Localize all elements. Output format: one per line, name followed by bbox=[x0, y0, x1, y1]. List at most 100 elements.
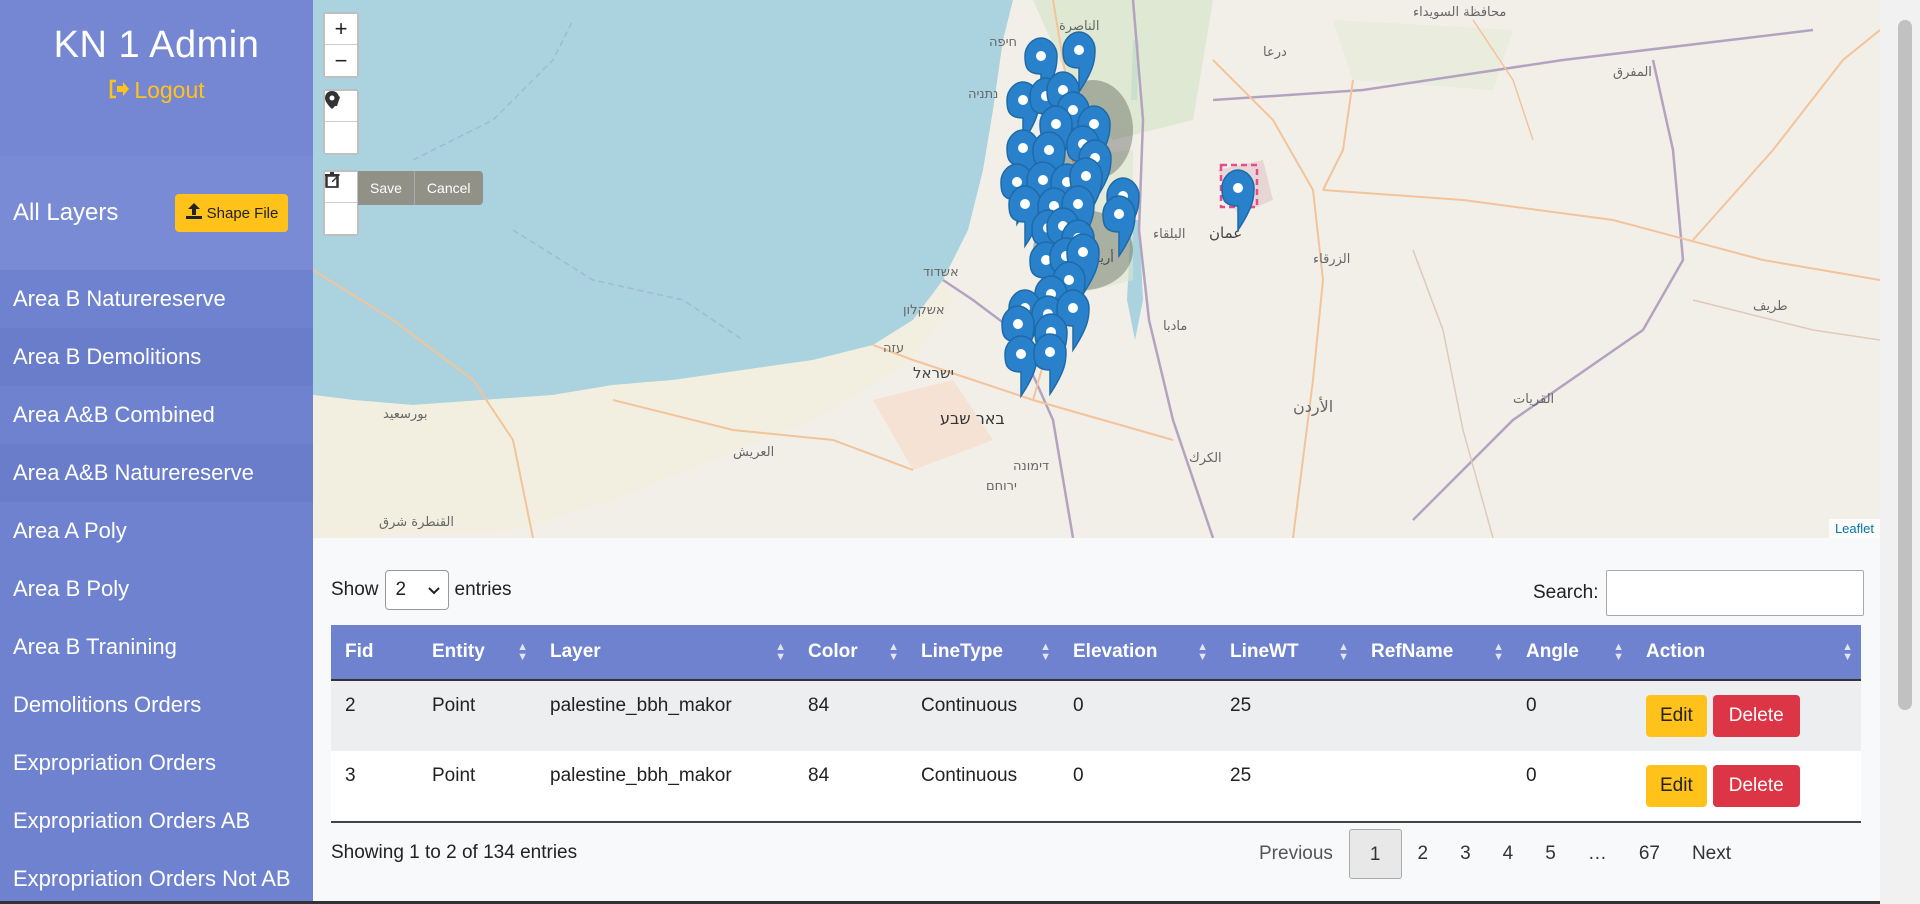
table-search: Search: bbox=[1533, 570, 1865, 616]
pagination-page[interactable]: 4 bbox=[1487, 829, 1530, 879]
pagination-page[interactable]: 5 bbox=[1529, 829, 1572, 879]
search-label: Search: bbox=[1533, 582, 1599, 603]
map-label: الزرقاء bbox=[1313, 252, 1350, 267]
pagination-previous[interactable]: Previous bbox=[1243, 829, 1349, 879]
layer-item-area-a-poly[interactable]: Area A Poly bbox=[0, 502, 313, 560]
map-label: ישראל bbox=[913, 364, 954, 382]
map-view[interactable]: محافظة السويداء درعا المفرق عمان الزرقاء… bbox=[313, 0, 1880, 538]
map-label: القريات bbox=[1513, 392, 1554, 407]
sort-icon: ▲ ▼ bbox=[1493, 641, 1504, 663]
pagination-page[interactable]: 3 bbox=[1444, 829, 1487, 879]
page-length-control: Show 2 entries bbox=[331, 570, 512, 610]
cell-linetype: Continuous bbox=[907, 680, 1059, 751]
cell-layer: palestine_bbh_makor bbox=[536, 680, 794, 751]
map-label: عمان bbox=[1209, 224, 1242, 242]
draw-marker-button[interactable] bbox=[325, 91, 357, 153]
data-table-panel: Show 2 entries Search: Fid Entity ▲ ▼ Laye… bbox=[313, 538, 1880, 904]
cell-fid: 2 bbox=[331, 680, 418, 751]
cell-entity: Point bbox=[418, 680, 536, 751]
cell-action: Edit Delete bbox=[1632, 680, 1861, 751]
layer-item-area-b-poly[interactable]: Area B Poly bbox=[0, 560, 313, 618]
table-row: 3 Point palestine_bbh_makor 84 Continuou… bbox=[331, 751, 1861, 823]
map-label: אשדוד bbox=[923, 265, 959, 280]
column-header-linetype[interactable]: LineType ▲ ▼ bbox=[907, 625, 1059, 681]
edit-actions: Save Cancel bbox=[358, 171, 483, 205]
cell-refname bbox=[1357, 680, 1512, 751]
layer-item-area-b-naturereserve[interactable]: Area B Naturereserve bbox=[0, 270, 313, 328]
page-length-value: 2 bbox=[395, 579, 407, 600]
delete-button[interactable]: Delete bbox=[1712, 765, 1800, 807]
column-header-layer[interactable]: Layer ▲ ▼ bbox=[536, 625, 794, 681]
column-header-action[interactable]: Action ▲ ▼ bbox=[1632, 625, 1861, 681]
cell-angle: 0 bbox=[1512, 680, 1632, 751]
edit-toolbar bbox=[323, 170, 359, 236]
logout-label: Logout bbox=[134, 77, 205, 103]
sidebar: KN 1 Admin Logout All Layers Shape File … bbox=[0, 0, 313, 904]
column-header-color[interactable]: Color ▲ ▼ bbox=[794, 625, 907, 681]
zoom-in-button[interactable]: + bbox=[325, 14, 357, 45]
layer-item-area-b-demolitions[interactable]: Area B Demolitions bbox=[0, 328, 313, 386]
edit-button[interactable]: Edit bbox=[1646, 695, 1707, 737]
layer-item-area-ab-combined[interactable]: Area A&B Combined bbox=[0, 386, 313, 444]
layer-item-demolitions-orders[interactable]: Demolitions Orders bbox=[0, 676, 313, 734]
search-input[interactable] bbox=[1606, 570, 1865, 616]
shape-file-button[interactable]: Shape File bbox=[175, 194, 288, 232]
layer-item-expropriation-orders-ab[interactable]: Expropriation Orders AB bbox=[0, 792, 313, 850]
cell-color: 84 bbox=[794, 680, 907, 751]
cell-linewt: 25 bbox=[1216, 751, 1357, 823]
pagination-next[interactable]: Next bbox=[1676, 829, 1747, 879]
show-label: Show bbox=[331, 579, 379, 600]
cell-linetype: Continuous bbox=[907, 751, 1059, 823]
upload-icon bbox=[185, 202, 203, 224]
cancel-edit-button[interactable]: Cancel bbox=[415, 171, 483, 205]
column-header-refname[interactable]: RefName ▲ ▼ bbox=[1357, 625, 1512, 681]
entries-label: entries bbox=[454, 579, 512, 600]
map-tiles: محافظة السويداء درعا المفرق عمان الزرقاء… bbox=[313, 0, 1880, 538]
page-scrollbar[interactable] bbox=[1880, 0, 1920, 904]
scrollbar-thumb[interactable] bbox=[1898, 20, 1912, 710]
layer-item-expropriation-orders[interactable]: Expropriation Orders bbox=[0, 734, 313, 792]
map-attribution-link[interactable]: Leaflet bbox=[1828, 519, 1880, 538]
pagination-ellipsis: … bbox=[1587, 843, 1607, 864]
pagination-page[interactable]: 2 bbox=[1402, 829, 1445, 879]
records-table: Fid Entity ▲ ▼ Layer ▲ ▼ Color ▲ ▼ LineType ▲ ▼ … bbox=[331, 625, 1861, 823]
cell-color: 84 bbox=[794, 751, 907, 823]
cell-angle: 0 bbox=[1512, 751, 1632, 823]
table-info: Showing 1 to 2 of 134 entries bbox=[331, 842, 578, 863]
column-header-linewt[interactable]: LineWT ▲ ▼ bbox=[1216, 625, 1357, 681]
map-label: עזה bbox=[883, 341, 904, 356]
map-label: بورسعيد bbox=[383, 407, 428, 422]
logout-link[interactable]: Logout bbox=[108, 77, 205, 105]
sort-icon: ▲ ▼ bbox=[775, 641, 786, 663]
cell-entity: Point bbox=[418, 751, 536, 823]
layer-item-expropriation-orders-not-ab[interactable]: Expropriation Orders Not AB bbox=[0, 850, 313, 904]
save-edit-button[interactable]: Save bbox=[358, 171, 415, 205]
column-header-angle[interactable]: Angle ▲ ▼ bbox=[1512, 625, 1632, 681]
page-length-select[interactable]: 2 bbox=[384, 570, 449, 610]
map-label: נתניה bbox=[968, 87, 998, 102]
column-header-elevation[interactable]: Elevation ▲ ▼ bbox=[1059, 625, 1216, 681]
map-label: محافظة السويداء bbox=[1413, 5, 1506, 20]
cell-elevation: 0 bbox=[1059, 751, 1216, 823]
pagination-page[interactable]: 1 bbox=[1348, 829, 1402, 879]
sort-icon: ▲ ▼ bbox=[1197, 641, 1208, 663]
sort-icon: ▲ ▼ bbox=[1338, 641, 1349, 663]
map-label: البلقاء bbox=[1153, 227, 1185, 242]
delete-layers-button[interactable] bbox=[325, 172, 357, 234]
edit-button[interactable]: Edit bbox=[1646, 765, 1707, 807]
cell-refname bbox=[1357, 751, 1512, 823]
pagination-page[interactable]: 67 bbox=[1623, 829, 1676, 879]
map-label: الأردن bbox=[1293, 396, 1333, 417]
map-label: العريش bbox=[733, 445, 774, 460]
layer-item-area-ab-naturereserve[interactable]: Area A&B Naturereserve bbox=[0, 444, 313, 502]
cell-fid: 3 bbox=[331, 751, 418, 823]
layer-item-area-b-training[interactable]: Area B Tranining bbox=[0, 618, 313, 676]
column-header-fid[interactable]: Fid bbox=[331, 625, 418, 681]
sidebar-header: KN 1 Admin Logout bbox=[0, 0, 313, 156]
cell-layer: palestine_bbh_makor bbox=[536, 751, 794, 823]
zoom-out-button[interactable]: − bbox=[325, 45, 357, 76]
all-layers-label[interactable]: All Layers bbox=[13, 199, 118, 227]
delete-button[interactable]: Delete bbox=[1712, 695, 1800, 737]
map-label: דימונה bbox=[1013, 459, 1049, 474]
column-header-entity[interactable]: Entity ▲ ▼ bbox=[418, 625, 536, 681]
